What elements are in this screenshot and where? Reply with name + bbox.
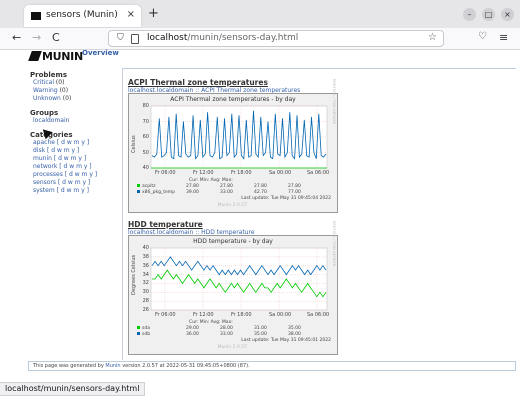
category-name[interactable]: system [33,187,55,194]
category-periods[interactable]: [ d w m y ] [65,171,97,178]
x-tick-label: Fr 06:00 [155,312,176,318]
bookmark-star-icon[interactable]: ☆ [428,32,437,43]
section-title-acpi[interactable]: ACPI Thermal zone temperatures [128,78,508,87]
category-periods[interactable]: [ d w m y ] [57,187,89,194]
x-tick-label: Fr 12:00 [193,312,214,318]
page-footer: This page was generated by Munin version… [28,361,516,371]
tab-bar: sensors (Munin) × + – □ × [0,0,520,28]
maximize-button[interactable]: □ [482,8,495,21]
browser-window: sensors (Munin) × + – □ × ← → C ⛉ localh… [0,0,520,401]
legend-swatch [137,190,140,193]
x-tick-label: Fr 18:00 [231,170,252,176]
groups-heading: Groups [30,109,59,117]
minimize-button[interactable]: – [463,8,476,21]
category-name[interactable]: sensors [33,179,56,186]
chart-footer: Munin 2.0.57 [217,203,247,208]
url-bar[interactable]: ⛉ localhost/munin/sensors-day.html ☆ [108,30,444,47]
x-tick-label: Fr 12:00 [193,170,214,176]
url-path: /munin/sensors-day.html [187,33,299,43]
legend-swatch [137,326,140,329]
back-icon[interactable]: ← [12,31,21,44]
legend-series-name: x86_pkg_temp [142,190,175,195]
category-name[interactable]: network [33,163,57,170]
tab-sensors[interactable]: sensors (Munin) × [24,5,141,27]
close-window-button[interactable]: × [501,8,514,21]
x-tick-label: Fr 06:00 [155,170,176,176]
last-update: Last update: Tue May 31 09:45:01 2022 [241,338,331,343]
legend-swatch [137,184,140,187]
category-disk[interactable]: disk [ d w m y ] [33,147,120,155]
forward-icon[interactable]: → [32,31,41,44]
category-system[interactable]: system [ d w m y ] [33,187,120,195]
problem-count: (0) [62,95,72,102]
category-periods[interactable]: [ d w m y ] [47,147,79,154]
x-tick-label: Sa 00:00 [269,312,292,318]
plot-area [150,247,328,311]
problem-label: Warning [33,87,58,94]
munin-logo-mark [28,51,42,61]
problem-label: Unknown [33,95,61,102]
category-sensors[interactable]: sensors [ d w m y ] [33,179,120,187]
category-periods[interactable]: [ d w m y ] [58,179,90,186]
x-tick-label: Sa 00:00 [269,170,292,176]
problem-unknown[interactable]: Unknown (0) [33,95,120,103]
problem-label: Critical [33,79,54,86]
legend-value: 39.00 [186,190,199,195]
url-text[interactable]: localhost/munin/sensors-day.html [147,33,298,43]
page-content: MUNIN Overview Problems Critical (0) War… [0,49,520,401]
footer-prefix: This page was generated by [33,363,104,369]
main-content-hdd: HDD temperature localhost.localdomain ::… [128,220,508,236]
hdd-temperature-graph[interactable]: HDD temperature - by day Degrees Celsius 4… [128,221,338,355]
chart-side-text: RRDTOOL / TOBI OETIKER [332,220,336,266]
munin-logo-text: MUNIN [42,50,83,63]
shield-icon[interactable]: ⛉ [117,33,124,43]
category-network[interactable]: network [ d w m y ] [33,163,120,171]
problems-heading: Problems [30,71,68,79]
munin-link[interactable]: Munin [105,363,120,369]
pocket-icon[interactable]: ♡ [478,31,487,42]
x-tick-label: Sa 06:00 [307,170,330,176]
group-localdomain[interactable]: localdomain [33,117,120,125]
section-title-hdd[interactable]: HDD temperature [128,220,508,229]
status-bar-url: localhost/munin/sensors-day.html [0,382,146,396]
chart-footer: Munin 2.0.57 [217,345,247,350]
category-periods[interactable]: [ d w m y ] [59,163,91,170]
munin-favicon-icon [31,12,41,20]
tab-title: sensors (Munin) [46,10,118,20]
category-processes[interactable]: processes [ d w m y ] [33,171,120,179]
main-content: ACPI Thermal zone temperatures localhost… [128,78,508,94]
problem-critical[interactable]: Critical (0) [33,79,120,87]
acpi-temperature-graph[interactable]: ACPI Thermal zone temperatures - by day C… [128,79,338,213]
x-tick-label: Fr 18:00 [231,312,252,318]
legend-swatch [137,332,140,335]
x-tick-label: Sa 06:00 [307,312,330,318]
category-name[interactable]: apache [33,139,55,146]
url-host: localhost [147,33,188,43]
category-name[interactable]: processes [33,171,63,178]
last-update: Last update: Tue May 31 09:45:04 2022 [241,196,331,201]
navigation-bar: ← → C ⛉ localhost/munin/sensors-day.html… [0,28,520,50]
legend-value: 36.00 [186,332,199,337]
munin-logo[interactable]: MUNIN [28,50,83,64]
close-tab-icon[interactable]: × [127,9,135,20]
category-name[interactable]: disk [33,147,45,154]
category-munin[interactable]: munin [ d w m y ] [33,155,120,163]
page-icon[interactable] [131,34,139,44]
category-periods[interactable]: [ d w m y ] [54,155,86,162]
problem-count: (0) [59,87,69,94]
sidebar-divider [122,68,123,360]
new-tab-icon[interactable]: + [148,6,159,21]
overview-link[interactable]: Overview [82,49,119,57]
problem-count: (0) [55,79,65,86]
chart-side-text: RRDTOOL / TOBI OETIKER [332,78,336,124]
menu-icon[interactable]: ≡ [499,31,508,44]
legend-series-name: sdb [142,332,151,337]
header-divider [122,68,516,69]
reload-icon[interactable]: C [52,31,60,44]
category-name[interactable]: munin [33,155,52,162]
footer-suffix: version 2.0.57 at 2022-05-31 09:45:05+08… [122,363,250,369]
category-apache[interactable]: apache [ d w m y ] [33,139,120,147]
category-periods[interactable]: [ d w m y ] [57,139,89,146]
problem-warning[interactable]: Warning (0) [33,87,120,95]
